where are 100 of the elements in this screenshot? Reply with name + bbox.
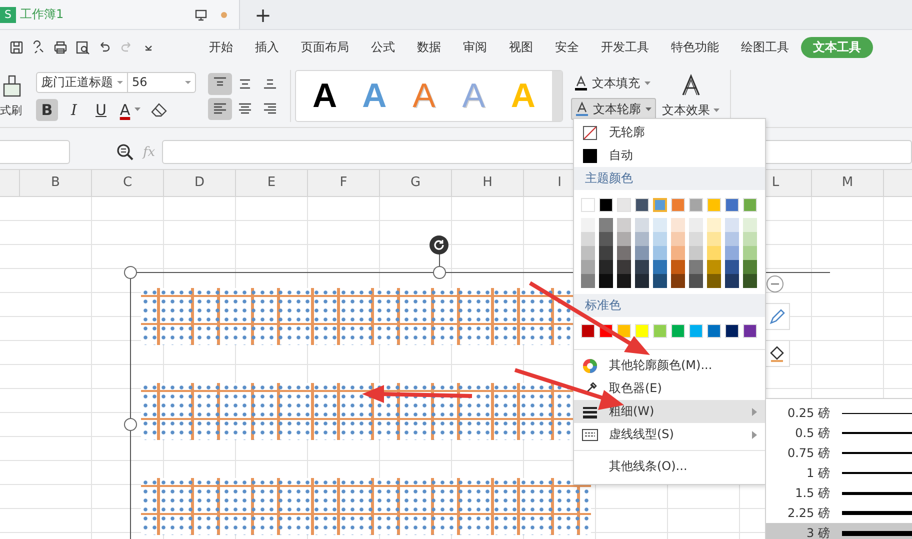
zoom-icon[interactable] <box>116 143 134 161</box>
color-swatch[interactable] <box>635 246 649 260</box>
color-swatch[interactable] <box>635 324 649 338</box>
menu-tab[interactable]: 数据 <box>407 37 451 58</box>
color-swatch[interactable] <box>671 324 685 338</box>
menu-tab[interactable]: 页面布局 <box>291 37 359 58</box>
color-swatch[interactable] <box>725 324 739 338</box>
color-swatch[interactable] <box>635 198 649 212</box>
color-swatch[interactable] <box>599 198 613 212</box>
bold-button[interactable]: B <box>36 98 58 120</box>
color-swatch[interactable] <box>635 232 649 246</box>
monitor-icon[interactable] <box>195 8 207 20</box>
column-header[interactable]: G <box>380 170 452 196</box>
color-swatch[interactable] <box>725 198 739 212</box>
menu-tab[interactable]: 审阅 <box>453 37 497 58</box>
color-swatch[interactable] <box>725 218 739 232</box>
align-left-button[interactable] <box>208 98 232 120</box>
menu-tab[interactable]: 特色功能 <box>661 37 729 58</box>
color-swatch[interactable] <box>671 232 685 246</box>
gallery-scrollbar[interactable] <box>552 71 562 121</box>
color-swatch[interactable] <box>617 324 631 338</box>
column-header[interactable]: E <box>236 170 308 196</box>
color-swatch[interactable] <box>707 260 721 274</box>
color-swatch[interactable] <box>617 274 631 288</box>
font-name-field[interactable]: 庞门正道标题 <box>36 72 128 92</box>
color-swatch[interactable] <box>653 246 667 260</box>
menu-item[interactable]: 虚线线型(S) <box>574 423 765 446</box>
color-swatch[interactable] <box>599 246 613 260</box>
caret-icon[interactable] <box>134 107 141 112</box>
color-swatch[interactable] <box>671 260 685 274</box>
line-weight-option[interactable]: 0.25 磅 <box>766 403 912 423</box>
column-header[interactable]: H <box>452 170 524 196</box>
color-swatch[interactable] <box>707 274 721 288</box>
resize-handle[interactable] <box>124 418 137 431</box>
color-swatch[interactable] <box>689 246 703 260</box>
color-swatch[interactable] <box>725 246 739 260</box>
new-tab-button[interactable]: + <box>248 0 278 29</box>
color-swatch[interactable] <box>581 198 595 212</box>
color-swatch[interactable] <box>653 260 667 274</box>
menu-tab[interactable]: 公式 <box>361 37 405 58</box>
auto-color-item[interactable]: 自动 <box>574 144 765 167</box>
menu-tab[interactable]: 视图 <box>499 37 543 58</box>
text-outline-button[interactable]: 文本轮廓 <box>571 98 656 120</box>
color-swatch[interactable] <box>689 218 703 232</box>
color-swatch[interactable] <box>689 274 703 288</box>
eraser-icon[interactable] <box>150 102 168 118</box>
color-swatch[interactable] <box>707 246 721 260</box>
print-icon[interactable] <box>53 40 68 55</box>
color-swatch[interactable] <box>581 260 595 274</box>
color-swatch[interactable] <box>671 246 685 260</box>
name-box[interactable] <box>0 140 70 164</box>
line-weight-option[interactable]: 2.25 磅 <box>766 503 912 523</box>
color-swatch[interactable] <box>581 218 595 232</box>
font-color-button[interactable]: A <box>117 98 133 120</box>
column-header[interactable]: C <box>92 170 164 196</box>
menu-item[interactable]: 其他轮廓颜色(M)... <box>574 354 765 377</box>
color-swatch[interactable] <box>599 260 613 274</box>
color-swatch[interactable] <box>725 232 739 246</box>
color-swatch[interactable] <box>653 198 667 212</box>
color-swatch[interactable] <box>617 260 631 274</box>
format-painter-label[interactable]: 式刷 <box>0 103 22 118</box>
color-swatch[interactable] <box>581 246 595 260</box>
color-swatch[interactable] <box>743 218 757 232</box>
save-icon[interactable] <box>9 40 24 55</box>
resize-handle[interactable] <box>433 266 446 279</box>
color-swatch[interactable] <box>707 218 721 232</box>
font-size-field[interactable]: 56 <box>128 72 196 92</box>
menu-tab[interactable]: 安全 <box>545 37 589 58</box>
no-outline-item[interactable]: 无轮廓 <box>574 121 765 144</box>
print-preview-icon[interactable] <box>75 40 90 55</box>
color-swatch[interactable] <box>743 274 757 288</box>
menu-item[interactable]: 取色器(E) <box>574 377 765 400</box>
color-swatch[interactable] <box>599 232 613 246</box>
column-header[interactable]: B <box>20 170 92 196</box>
menu-item[interactable]: 粗细(W) <box>574 400 765 423</box>
color-swatch[interactable] <box>743 324 757 338</box>
color-swatch[interactable] <box>653 324 667 338</box>
menu-tab[interactable]: 开始 <box>199 37 243 58</box>
color-swatch[interactable] <box>581 324 595 338</box>
color-swatch[interactable] <box>725 260 739 274</box>
color-swatch[interactable] <box>689 260 703 274</box>
color-swatch[interactable] <box>617 246 631 260</box>
line-weight-option[interactable]: 0.5 磅 <box>766 423 912 443</box>
color-swatch[interactable] <box>581 232 595 246</box>
line-weight-option[interactable]: 3 磅 <box>766 523 912 539</box>
color-swatch[interactable] <box>689 232 703 246</box>
color-swatch[interactable] <box>689 324 703 338</box>
rotate-handle-icon[interactable] <box>429 235 449 255</box>
text-fill-button[interactable]: 文本填充 <box>571 72 656 94</box>
column-header[interactable]: M <box>812 170 884 196</box>
color-swatch[interactable] <box>707 198 721 212</box>
color-swatch[interactable] <box>599 218 613 232</box>
color-swatch[interactable] <box>707 232 721 246</box>
color-swatch[interactable] <box>671 218 685 232</box>
menu-tab[interactable]: 开发工具 <box>591 37 659 58</box>
color-swatch[interactable] <box>635 218 649 232</box>
color-swatch[interactable] <box>617 218 631 232</box>
underline-button[interactable]: U <box>90 98 112 120</box>
color-swatch[interactable] <box>635 260 649 274</box>
menu-item[interactable]: 其他线条(O)... <box>574 455 765 478</box>
